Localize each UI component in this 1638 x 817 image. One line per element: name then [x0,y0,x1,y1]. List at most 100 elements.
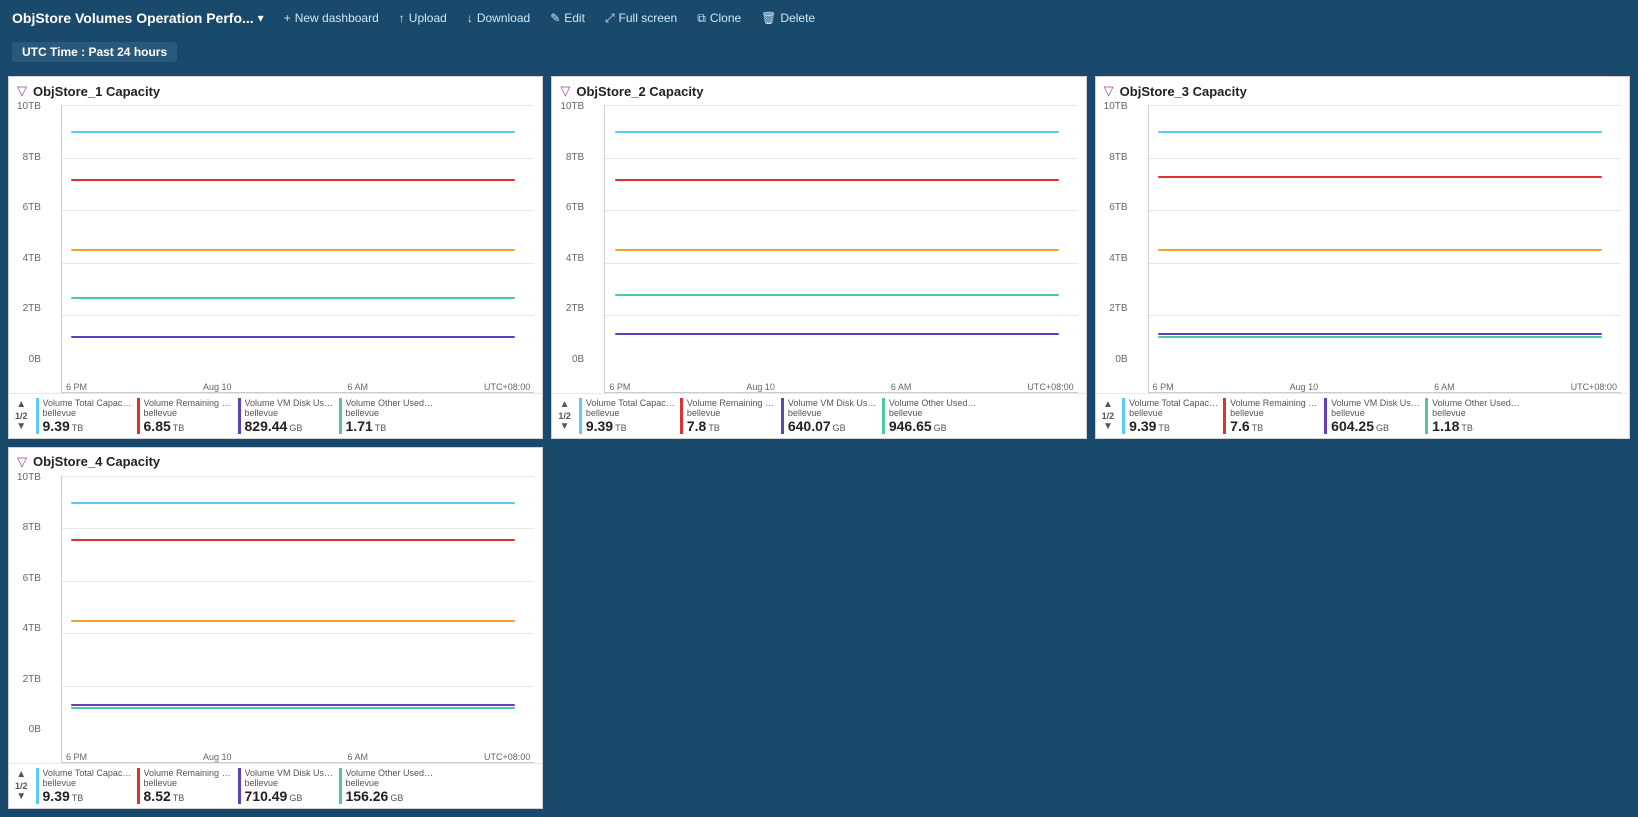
stat-sublabel: bellevue [346,778,436,788]
data-line-1 [1158,176,1602,178]
panel-4: ▽ ObjStore_4 Capacity10TB8TB6TB4TB2TB0B6… [8,447,543,810]
stat-sublabel: bellevue [889,408,979,418]
stat-label: Volume Other Used Ca... [1432,398,1522,408]
stat-block-4-2: Volume VM Disk Used ... bellevue 710.49G… [238,768,335,804]
chart-area-3: 10TB8TB6TB4TB2TB0B6 PMAug 106 AMUTC+08:0… [1096,101,1629,393]
page-prev-btn[interactable]: ▲ [1102,399,1114,411]
data-line-1 [71,539,515,541]
page-prev-btn[interactable]: ▲ [15,399,27,411]
x-axis-4: 6 PMAug 106 AMUTC+08:00 [62,738,534,762]
panel-header-1: ▽ ObjStore_1 Capacity [9,77,542,101]
subheader: UTC Time : Past 24 hours [0,36,1638,68]
chevron-down-icon[interactable]: ▾ [258,11,264,25]
stats-area-3: ▲ 1/2 ▼Volume Total Capacit... bellevue … [1096,393,1629,438]
stat-sublabel: bellevue [1331,408,1421,418]
data-line-4 [615,294,1059,296]
filter-icon[interactable]: ▽ [1104,83,1114,99]
upload-icon: ↑ [399,11,405,25]
filter-icon[interactable]: ▽ [17,83,27,99]
stat-value: 1.18TB [1432,418,1522,434]
stat-block-2-2: Volume VM Disk Used ... bellevue 640.07G… [781,398,878,434]
y-axis-3: 10TB8TB6TB4TB2TB0B [1100,101,1132,365]
download-button[interactable]: ↓ Download [459,7,538,29]
stat-block-4-0: Volume Total Capacit... bellevue 9.39TB [36,768,133,804]
filter-icon[interactable]: ▽ [17,454,27,470]
dashboard-title: ObjStore Volumes Operation Perfo... [12,10,254,26]
stat-value: 6.85TB [144,418,234,434]
grid-line [1149,315,1621,316]
clone-icon: ⧉ [697,11,706,26]
panel-2: ▽ ObjStore_2 Capacity10TB8TB6TB4TB2TB0B6… [551,76,1086,439]
page-prev-btn[interactable]: ▲ [559,399,571,411]
stat-label: Volume Total Capacit... [43,398,133,408]
y-axis-1: 10TB8TB6TB4TB2TB0B [13,101,45,365]
stat-label: Volume Total Capacit... [586,398,676,408]
fullscreen-button[interactable]: ⤢ Full screen [597,7,685,30]
stat-value: 946.65GB [889,418,979,434]
chart-area-1: 10TB8TB6TB4TB2TB0B 6 PMAug 106 AMUTC+08:0… [9,101,542,393]
stat-value: 8.52TB [144,788,234,804]
stat-label: Volume Remaining Cap... [144,398,234,408]
grid-line [605,158,1077,159]
stat-value: 9.39TB [43,418,133,434]
data-line-0 [71,502,515,504]
page-indicator: 1/2 [15,781,28,791]
page-nav-3: ▲ 1/2 ▼ [1102,399,1115,433]
page-next-btn[interactable]: ▼ [15,421,27,433]
y-axis-4: 10TB8TB6TB4TB2TB0B [13,472,45,736]
stat-block-2-3: Volume Other Used Ca... bellevue 946.65G… [882,398,979,434]
stat-value: 9.39TB [586,418,676,434]
filter-icon[interactable]: ▽ [560,83,570,99]
grid-line [62,528,534,529]
y-axis-2: 10TB8TB6TB4TB2TB0B [556,101,588,365]
data-line-4 [71,336,515,338]
data-line-0 [71,131,515,133]
stat-block-3-2: Volume VM Disk Used ... bellevue 604.25G… [1324,398,1421,434]
page-next-btn[interactable]: ▼ [1102,421,1114,433]
stat-label: Volume VM Disk Used ... [245,398,335,408]
page-next-btn[interactable]: ▼ [559,421,571,433]
time-filter-value: Past 24 hours [88,45,167,59]
stat-block-1-1: Volume Remaining Cap... bellevue 6.85TB [137,398,234,434]
stat-sublabel: bellevue [687,408,777,418]
panel-header-2: ▽ ObjStore_2 Capacity [552,77,1085,101]
stat-sublabel: bellevue [1129,408,1219,418]
data-line-3 [615,333,1059,335]
stat-block-2-0: Volume Total Capacit... bellevue 9.39TB [579,398,676,434]
chart-inner-1: 6 PMAug 106 AMUTC+08:00 [61,105,534,393]
top-header: ObjStore Volumes Operation Perfo... ▾ + … [0,0,1638,36]
page-indicator: 1/2 [15,411,28,421]
stat-sublabel: bellevue [1432,408,1522,418]
chart-inner-4: 6 PMAug 106 AMUTC+08:00 [61,476,534,764]
dashboard-grid: ▽ ObjStore_1 Capacity10TB8TB6TB4TB2TB0B6… [0,68,1638,817]
grid-line [62,476,534,477]
stat-block-3-1: Volume Remaining Cap... bellevue 7.6TB [1223,398,1320,434]
stat-sublabel: bellevue [43,778,133,788]
grid-line [62,105,534,106]
panel-3: ▽ ObjStore_3 Capacity10TB8TB6TB4TB2TB0B6… [1095,76,1630,439]
panel-header-4: ▽ ObjStore_4 Capacity [9,448,542,472]
download-icon: ↓ [467,11,473,25]
page-indicator: 1/2 [1102,411,1115,421]
panel-header-3: ▽ ObjStore_3 Capacity [1096,77,1629,101]
time-filter-badge[interactable]: UTC Time : Past 24 hours [12,42,177,62]
page-nav-1: ▲ 1/2 ▼ [15,399,28,433]
upload-button[interactable]: ↑ Upload [391,7,455,29]
stat-label: Volume Other Used Ca... [346,768,436,778]
stat-label: Volume Other Used Ca... [346,398,436,408]
panel-title-4: ObjStore_4 Capacity [33,454,160,469]
data-line-2 [1158,249,1602,251]
clone-button[interactable]: ⧉ Clone [689,7,749,30]
grid-line [605,210,1077,211]
page-prev-btn[interactable]: ▲ [15,769,27,781]
stats-area-4: ▲ 1/2 ▼ Volume Total Capacit... bellevue … [9,763,542,808]
data-line-2 [615,249,1059,251]
data-line-3 [71,707,515,709]
delete-button[interactable]: 🗑 Delete [753,7,823,29]
new-dashboard-button[interactable]: + New dashboard [276,7,387,29]
edit-button[interactable]: ✎ Edit [542,7,593,29]
page-next-btn[interactable]: ▼ [15,791,27,803]
data-line-2 [71,249,515,251]
panel-1: ▽ ObjStore_1 Capacity10TB8TB6TB4TB2TB0B 6… [8,76,543,439]
grid-line [62,158,534,159]
